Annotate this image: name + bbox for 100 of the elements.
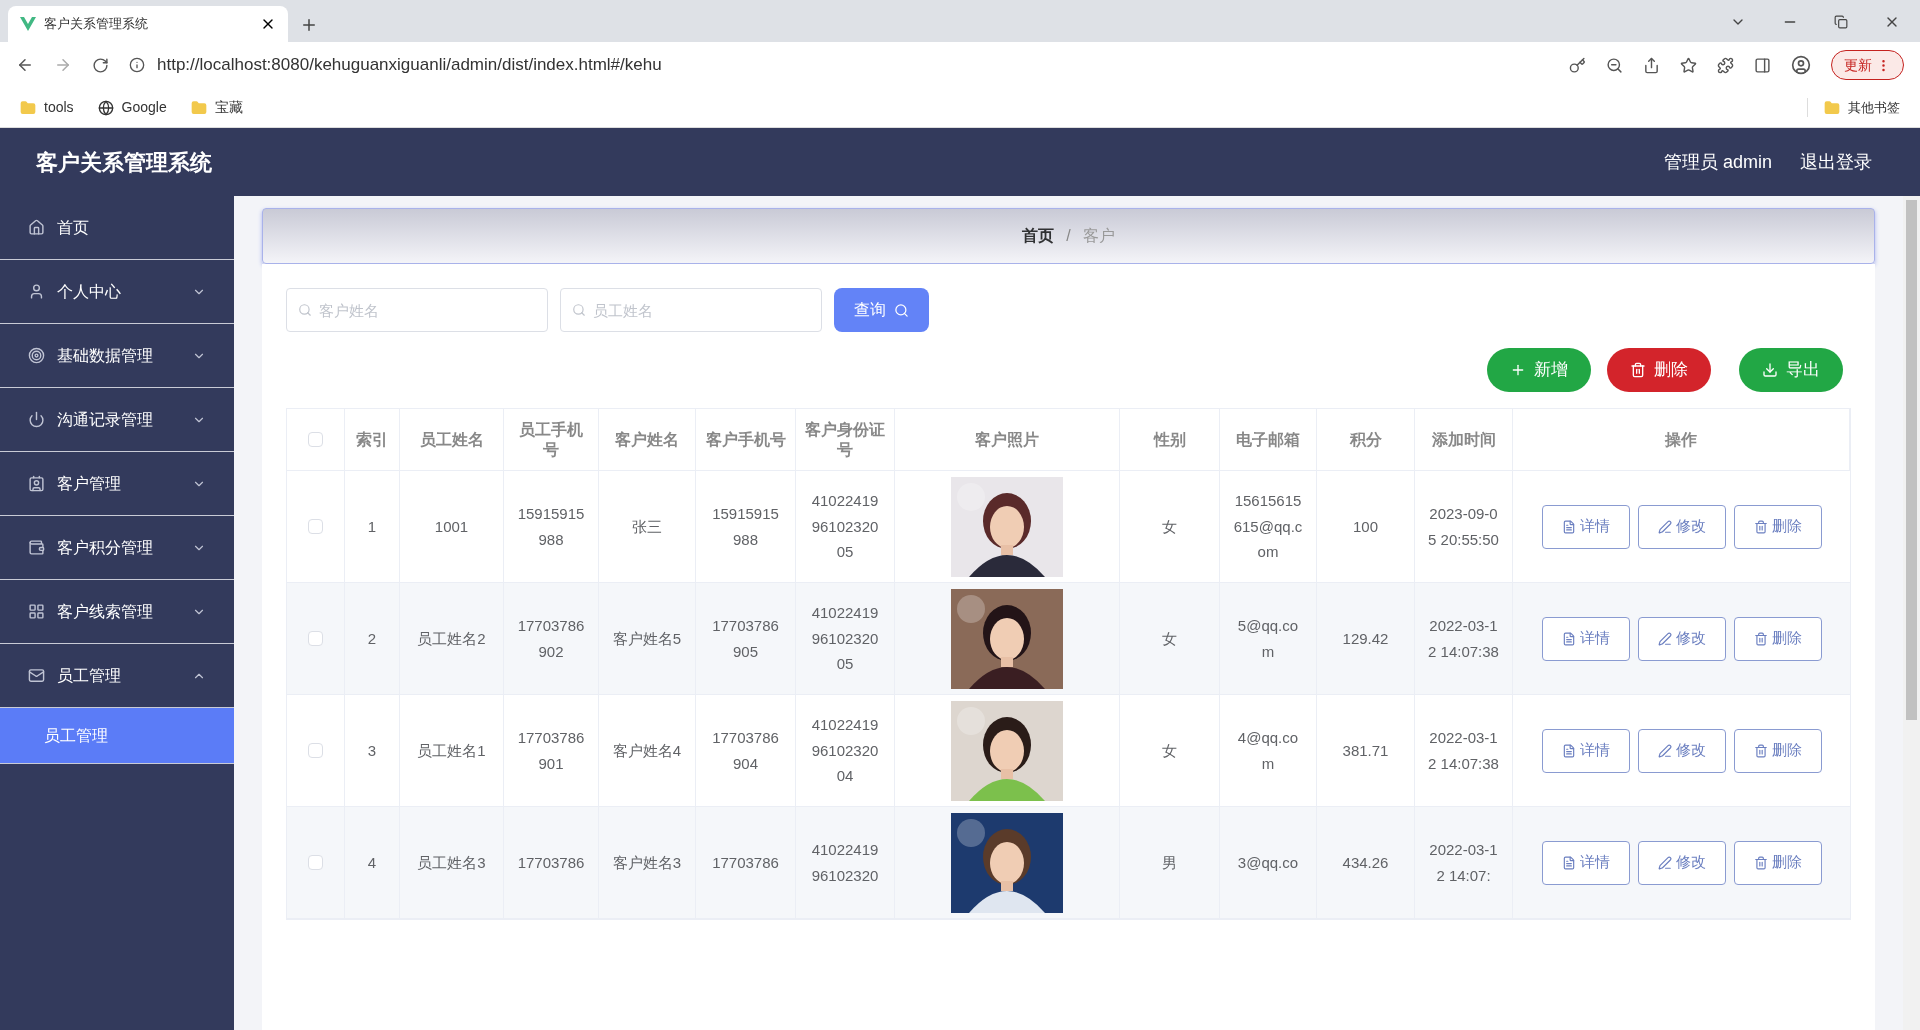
column-header: 添加时间 (1431, 429, 1496, 450)
table-cell-text: 129.42 (1342, 628, 1389, 649)
search-field[interactable]: 员工姓名 (560, 288, 822, 332)
sidebar-item[interactable]: 基础数据管理 (0, 324, 234, 388)
table-cell-text: 410224199610232004 (810, 715, 880, 787)
search-field[interactable]: 客户姓名 (286, 288, 548, 332)
trash-icon (1753, 519, 1768, 534)
scrollbar[interactable] (1903, 196, 1920, 1030)
checkbox[interactable] (308, 631, 323, 646)
app-title: 客户关系管理系统 (36, 148, 213, 177)
row-action-button[interactable]: 修改 (1637, 504, 1726, 549)
column-header: 索引 (356, 429, 388, 450)
delete-button[interactable]: 删除 (1607, 348, 1711, 392)
zoom-out-icon[interactable] (1606, 56, 1623, 74)
v-logo-icon (20, 17, 36, 31)
table-cell-text: 434.26 (1342, 852, 1389, 873)
table-cell-text: 17703786905 (711, 616, 780, 662)
column-header: 客户照片 (975, 429, 1039, 450)
table-cell-text: 1001 (434, 516, 469, 537)
restore-icon[interactable] (1834, 15, 1848, 29)
table-cell-text: 2 (367, 628, 377, 649)
url-field[interactable]: http://localhost:8080/kehuguanxiguanli/admin/dist/index.html#/kehu (157, 52, 662, 78)
reload-icon[interactable] (92, 56, 109, 74)
new-tab-icon[interactable] (300, 16, 318, 34)
sidebar-item[interactable]: 个人中心 (0, 260, 234, 324)
row-action-button[interactable]: 修改 (1637, 616, 1726, 661)
row-action-button[interactable]: 详情 (1541, 504, 1630, 549)
wallet-icon (28, 539, 45, 556)
table-cell-text: 女 (1162, 516, 1177, 537)
pen-icon (1657, 631, 1672, 646)
row-action-button[interactable]: 删除 (1733, 728, 1822, 773)
bookmark[interactable]: 宝藏 (190, 97, 243, 118)
checkbox[interactable] (308, 519, 323, 534)
trash-icon (1753, 631, 1768, 646)
column-header: 客户身份证号 (804, 419, 886, 460)
download-icon (1762, 362, 1778, 378)
document-icon (1561, 631, 1576, 646)
back-icon[interactable] (16, 56, 34, 74)
breadcrumb-separator: / (1066, 226, 1071, 246)
table-cell-text: 100 (1353, 516, 1378, 537)
table-cell-text: 15915915988 (516, 504, 586, 550)
bookmark[interactable]: 其他书签 (1807, 97, 1900, 118)
power-icon (28, 411, 45, 428)
star-icon[interactable] (1680, 56, 1697, 74)
query-button[interactable]: 查询 (834, 288, 929, 332)
sidebar-item[interactable]: 客户管理 (0, 452, 234, 516)
checkbox[interactable] (308, 855, 323, 870)
table-cell-text: 3@qq.co (1237, 852, 1299, 873)
table-cell-text: 客户姓名5 (612, 628, 682, 649)
table-cell-text: 15615615615@qq.com (1232, 491, 1304, 563)
table-cell-text: 男 (1162, 852, 1177, 873)
export-button[interactable]: 导出 (1739, 348, 1843, 392)
browser-tab[interactable]: 客户关系管理系统 (8, 6, 288, 42)
add-button[interactable]: 新增 (1487, 348, 1591, 392)
update-button[interactable]: 更新 (1831, 50, 1904, 80)
column-header: 客户姓名 (615, 429, 679, 450)
sidebar-subitem[interactable]: 员工管理 (0, 708, 234, 764)
column-header: 员工手机号 (518, 419, 584, 460)
share-icon[interactable] (1643, 56, 1660, 74)
row-action-button[interactable]: 删除 (1733, 504, 1822, 549)
sidebar-item[interactable]: 首页 (0, 196, 234, 260)
tab-title: 客户关系管理系统 (44, 15, 149, 34)
key-icon[interactable] (1569, 56, 1586, 74)
logout-link[interactable]: 退出登录 (1800, 148, 1872, 176)
sidebar-item[interactable]: 沟通记录管理 (0, 388, 234, 452)
grid-icon (28, 603, 45, 620)
trash-icon (1630, 362, 1646, 378)
info-icon[interactable] (129, 57, 145, 73)
table-cell-text: 17703786 (517, 852, 585, 873)
home-icon (28, 219, 45, 236)
table-cell-text: 3 (367, 740, 377, 761)
bookmark[interactable]: Google (97, 97, 167, 118)
pen-icon (1657, 519, 1672, 534)
sidebar-item[interactable]: 客户积分管理 (0, 516, 234, 580)
row-action-button[interactable]: 删除 (1733, 840, 1822, 885)
pen-icon (1657, 743, 1672, 758)
table-cell-text: 2023-09-05 20:55:50 (1427, 504, 1500, 550)
table-cell-text: 女 (1162, 628, 1177, 649)
row-action-button[interactable]: 详情 (1541, 616, 1630, 661)
row-action-button[interactable]: 修改 (1637, 840, 1726, 885)
row-action-button[interactable]: 详情 (1541, 840, 1630, 885)
column-header: 客户手机号 (705, 429, 786, 450)
table-cell-text: 410224199610232005 (810, 491, 880, 563)
bookmark[interactable]: tools (20, 97, 74, 118)
row-action-button[interactable]: 详情 (1541, 728, 1630, 773)
profile-icon[interactable] (1791, 55, 1811, 75)
trash-icon (1753, 743, 1768, 758)
search-icon (572, 303, 586, 317)
checkbox[interactable] (308, 432, 323, 447)
document-icon (1561, 743, 1576, 758)
globe-icon (97, 99, 114, 116)
checkbox[interactable] (308, 743, 323, 758)
row-action-button[interactable]: 修改 (1637, 728, 1726, 773)
side-panel-icon[interactable] (1754, 56, 1771, 74)
sidebar-item[interactable]: 客户线索管理 (0, 580, 234, 644)
row-action-button[interactable]: 删除 (1733, 616, 1822, 661)
puzzle-icon[interactable] (1717, 56, 1734, 74)
table-cell-text: 381.71 (1342, 740, 1389, 761)
breadcrumb-item[interactable]: 首页 (1022, 224, 1055, 248)
column-header: 积分 (1349, 429, 1382, 450)
